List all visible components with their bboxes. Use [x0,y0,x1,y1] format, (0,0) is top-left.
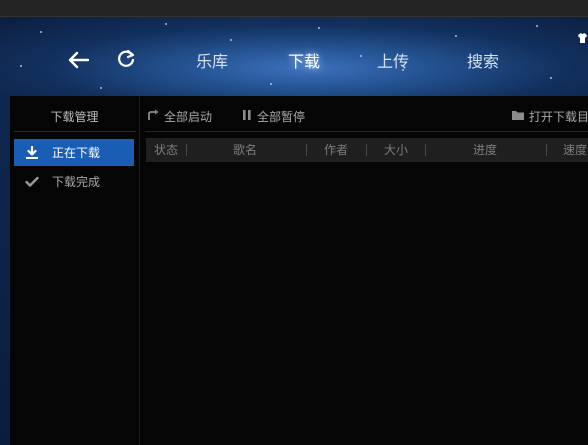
open-folder-button[interactable]: 打开下载目录 [511,106,588,126]
tab-search[interactable]: 搜索 [467,50,499,74]
header-banner: 乐库 下载 上传 搜索 [0,17,588,96]
refresh-icon [116,49,136,73]
column-separator [186,144,187,156]
skin-icon[interactable] [577,29,588,43]
open-folder-label: 打开下载目录 [529,109,588,124]
column-separator [366,144,367,156]
sidebar-divider [14,131,136,132]
toolbar-divider [145,131,588,132]
start-all-button[interactable]: 全部启动 [147,106,212,126]
column-progress[interactable]: 进度 [473,138,497,162]
back-button[interactable] [66,51,90,73]
tab-library[interactable]: 乐库 [196,50,228,74]
download-icon [24,145,40,161]
background-strip [0,96,10,445]
column-artist[interactable]: 作者 [324,138,348,162]
column-status[interactable]: 状态 [154,138,178,162]
column-speed[interactable]: 速度 [563,138,587,162]
start-all-label: 全部启动 [164,109,213,124]
pause-icon [241,109,257,124]
column-separator [306,144,307,156]
sidebar-item-downloading[interactable]: 正在下载 [14,139,134,166]
column-song[interactable]: 歌名 [233,138,257,162]
tab-upload[interactable]: 上传 [377,50,409,74]
column-separator [425,144,426,156]
download-panel: 全部启动 全部暂停 打开下载目录 状态 歌名 作者 大小 进度 速度 [140,96,588,445]
back-arrow-icon [67,51,90,73]
sidebar-item-label: 下载完成 [52,175,101,189]
sidebar-item-completed[interactable]: 下载完成 [14,168,134,195]
sidebar: 下载管理 正在下载 下载完成 [10,96,140,445]
start-icon [147,109,164,124]
pause-all-button[interactable]: 全部暂停 [241,106,305,126]
folder-icon [511,109,529,124]
window-titlebar [0,0,588,17]
column-separator [546,144,547,156]
table-header: 状态 歌名 作者 大小 进度 速度 [146,138,588,162]
column-size[interactable]: 大小 [384,138,408,162]
sidebar-item-label: 正在下载 [52,146,101,160]
refresh-button[interactable] [115,49,137,73]
tab-download[interactable]: 下载 [288,50,320,74]
pause-all-label: 全部暂停 [257,109,306,124]
sidebar-title: 下载管理 [50,110,99,124]
checkmark-icon [24,174,40,190]
